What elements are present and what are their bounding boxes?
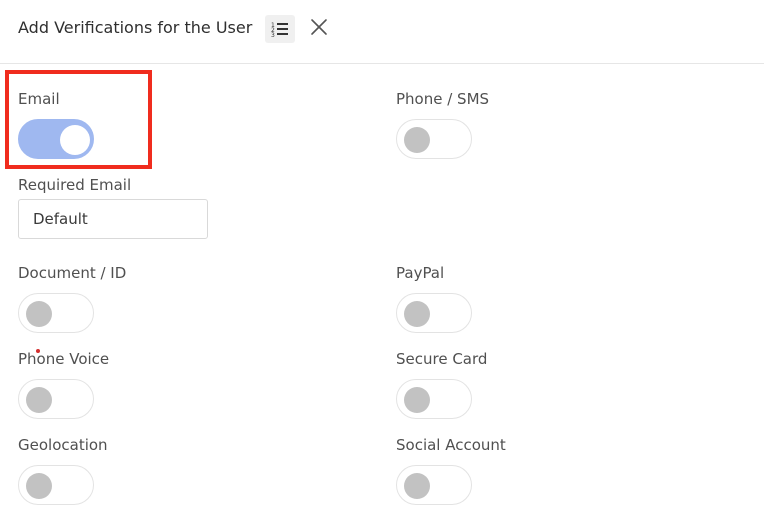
social-account-toggle[interactable] (396, 465, 472, 505)
document-id-label: Document / ID (18, 264, 127, 282)
close-button[interactable] (306, 14, 332, 40)
email-label: Email (18, 90, 60, 108)
toggle-knob (404, 387, 430, 413)
social-account-label: Social Account (396, 436, 506, 454)
phone-voice-toggle[interactable] (18, 379, 94, 419)
toggle-knob (26, 387, 52, 413)
list-numbered-icon[interactable]: 1 2 3 (265, 15, 295, 43)
phone-voice-label: Phone Voice (18, 350, 110, 368)
toggle-knob (60, 125, 90, 155)
required-email-select[interactable]: Default (18, 199, 208, 239)
paypal-label: PayPal (396, 264, 445, 282)
phone-sms-toggle[interactable] (396, 119, 472, 159)
geolocation-toggle[interactable] (18, 465, 94, 505)
dialog-title: Add Verifications for the User (18, 18, 253, 37)
required-email-label: Required Email (18, 176, 132, 194)
close-icon (311, 19, 327, 35)
toggle-knob (404, 301, 430, 327)
phone-sms-label: Phone / SMS (396, 90, 490, 108)
toggle-knob (404, 473, 430, 499)
paypal-toggle[interactable] (396, 293, 472, 333)
toggle-knob (26, 301, 52, 327)
dialog-header: Add Verifications for the User 1 2 3 (0, 0, 764, 64)
toggle-knob (404, 127, 430, 153)
cursor-marker (36, 349, 40, 353)
secure-card-label: Secure Card (396, 350, 488, 368)
geolocation-label: Geolocation (18, 436, 108, 454)
svg-text:3: 3 (271, 32, 275, 37)
toggle-knob (26, 473, 52, 499)
document-id-toggle[interactable] (18, 293, 94, 333)
secure-card-toggle[interactable] (396, 379, 472, 419)
email-toggle[interactable] (18, 119, 94, 159)
